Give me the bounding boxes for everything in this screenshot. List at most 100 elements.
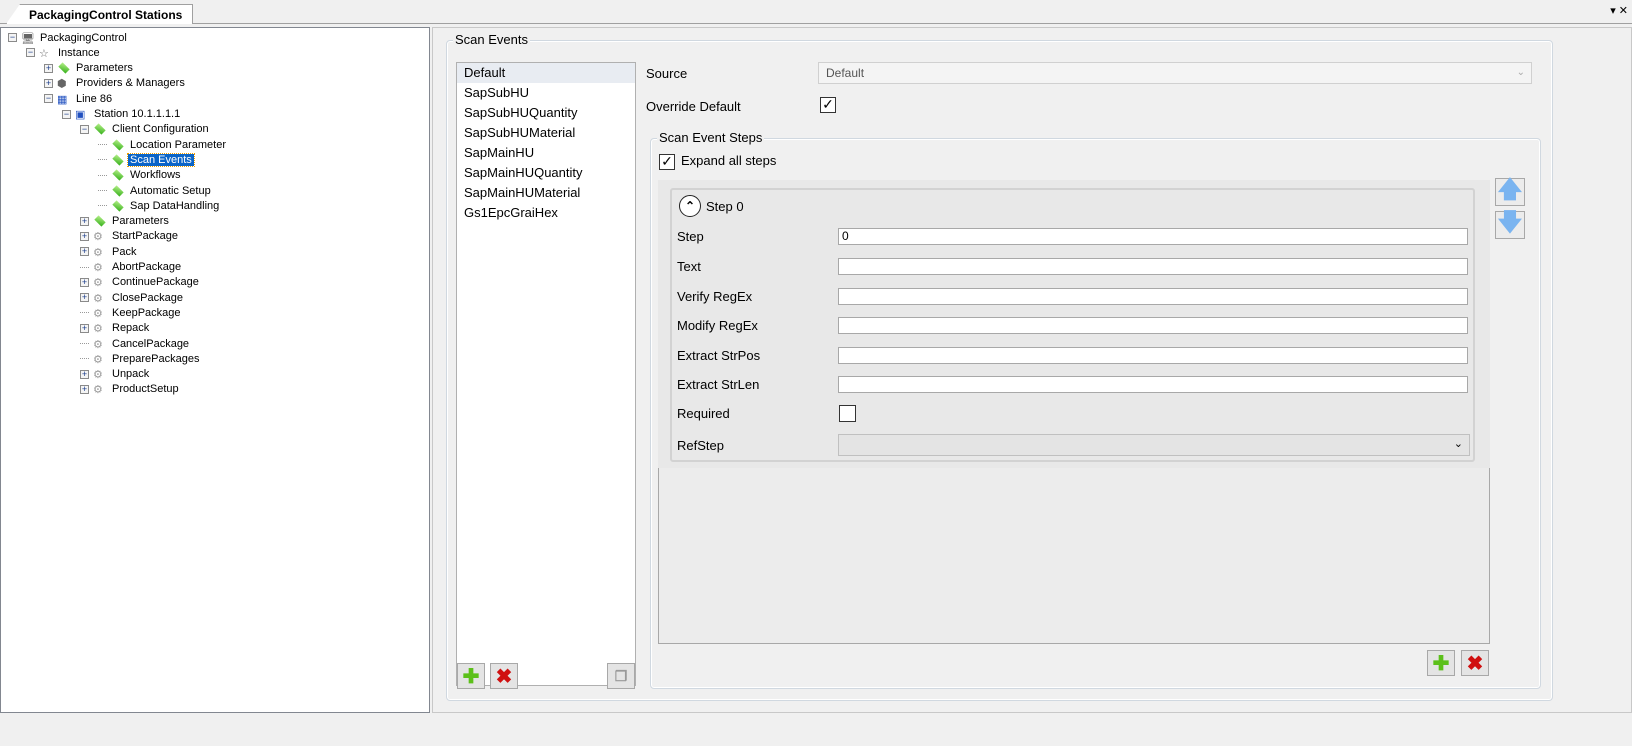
field-input[interactable] xyxy=(838,376,1468,393)
collapse-icon[interactable]: − xyxy=(8,33,17,42)
expand-icon[interactable]: + xyxy=(80,384,89,394)
tab-controls[interactable]: ▾ ✕ xyxy=(1610,4,1628,17)
tree-node[interactable]: ⚙ CancelPackage xyxy=(80,336,191,351)
tree-node-label: Line 86 xyxy=(76,92,113,105)
tree-node-label: Scan Events xyxy=(127,152,195,167)
tree-node[interactable]: ⚙ AbortPackage xyxy=(80,260,183,275)
step-title: Step 0 xyxy=(706,199,744,214)
tree-node[interactable]: − 🖥 PackagingControl xyxy=(8,30,129,45)
expand-icon[interactable]: + xyxy=(80,247,89,257)
tree-node[interactable]: + ⚙ ProductSetup xyxy=(80,382,181,397)
tree-node[interactable]: − ▣ Station 10.1.1.1.1 xyxy=(62,107,182,122)
tree-node-label: Repack xyxy=(112,322,150,335)
expand-icon[interactable]: + xyxy=(80,293,89,303)
scan-event-item[interactable]: Gs1EpcGraiHex xyxy=(457,203,635,223)
scan-event-item[interactable]: SapSubHUQuantity xyxy=(457,103,635,123)
delete-icon: ✖ xyxy=(495,665,513,688)
tree-node[interactable]: + Parameters xyxy=(44,61,135,76)
tree-node-label: Client Configuration xyxy=(112,123,209,136)
tree-node-label: Pack xyxy=(112,245,137,258)
tree-node-label: CancelPackage xyxy=(112,337,190,350)
tree-node[interactable]: + ⚙ Unpack xyxy=(80,367,151,382)
expand-icon[interactable]: + xyxy=(80,231,89,241)
override-default-label: Override Default xyxy=(646,99,741,114)
source-dropdown[interactable]: Default ⌄ xyxy=(818,62,1532,84)
tree-node[interactable]: Automatic Setup xyxy=(98,183,213,198)
plus-icon: ✚ xyxy=(1432,652,1450,675)
tree-node[interactable]: − ▦ Line 86 xyxy=(44,91,114,106)
move-step-up-button[interactable]: 🡅 xyxy=(1495,176,1525,206)
tree-node[interactable]: Workflows xyxy=(98,168,183,183)
field-input[interactable] xyxy=(838,288,1468,305)
tree-node[interactable]: + ⚙ StartPackage xyxy=(80,229,180,244)
collapse-icon[interactable]: − xyxy=(26,48,35,58)
tree-node[interactable]: Scan Events xyxy=(98,152,195,167)
diamond-icon xyxy=(94,123,106,135)
tree-node[interactable]: ⚙ KeepPackage xyxy=(80,305,183,320)
diamond-icon xyxy=(58,62,70,74)
required-checkbox[interactable] xyxy=(839,405,856,422)
tree-node-label: ClosePackage xyxy=(112,291,183,304)
tree-node[interactable]: Sap DataHandling xyxy=(98,198,221,213)
add-step-button[interactable]: ✚ xyxy=(1427,650,1455,676)
add-scan-event-button[interactable]: ✚ xyxy=(457,663,485,689)
diamond-icon xyxy=(112,184,124,197)
expand-all-steps-checkbox[interactable]: ✓ xyxy=(659,154,675,170)
move-step-down-button[interactable]: 🡇 xyxy=(1495,209,1525,239)
tree-line xyxy=(98,174,107,176)
expand-icon[interactable]: + xyxy=(80,277,89,287)
copy-scan-event-button[interactable]: ❐ xyxy=(607,663,635,689)
tree-view[interactable]: − 🖥 PackagingControl − ☆ Instance + Parameters +… xyxy=(0,27,430,713)
tree-node-label: AbortPackage xyxy=(112,261,182,273)
app-icon: 🖥 xyxy=(21,32,35,45)
tree-node[interactable]: − Client Configuration xyxy=(80,122,211,137)
expand-all-steps-label: Expand all steps xyxy=(681,153,777,168)
override-default-checkbox[interactable]: ✓ xyxy=(820,97,836,113)
remove-step-button[interactable]: ✖ xyxy=(1461,650,1489,676)
tree-line xyxy=(98,205,107,207)
collapse-icon[interactable]: − xyxy=(62,109,71,119)
collapse-icon[interactable]: − xyxy=(80,124,89,134)
tree-node[interactable]: + ⚙ ClosePackage xyxy=(80,290,185,305)
refstep-dropdown[interactable]: ⌄ xyxy=(838,434,1470,456)
tree-node[interactable]: + ⬢ Providers & Managers xyxy=(44,76,187,91)
tree-line xyxy=(98,190,107,191)
field-input[interactable] xyxy=(838,317,1468,334)
field-label: Text xyxy=(677,259,701,274)
gear-icon: ⚙ xyxy=(93,292,103,305)
expand-icon[interactable]: + xyxy=(80,323,89,333)
expand-icon[interactable]: + xyxy=(80,216,89,226)
tree-node[interactable]: + ⚙ Repack xyxy=(80,321,151,336)
tree-line xyxy=(80,358,89,360)
field-input[interactable]: 0 xyxy=(838,228,1468,245)
collapse-step-icon[interactable]: ⌃ xyxy=(679,195,701,217)
tree-line xyxy=(80,312,89,314)
expand-icon[interactable]: + xyxy=(80,369,89,379)
collapse-icon[interactable]: − xyxy=(44,94,53,104)
tree-node-label: Instance xyxy=(58,46,100,59)
tab-packagingcontrol-stations[interactable]: PackagingControl Stations xyxy=(6,4,194,24)
scan-event-item[interactable]: SapMainHUQuantity xyxy=(457,163,635,183)
diamond-icon xyxy=(94,215,106,227)
tree-node[interactable]: + Parameters xyxy=(80,214,171,229)
tree-node[interactable]: + ⚙ ContinuePackage xyxy=(80,275,201,290)
gear-icon: ⚙ xyxy=(93,231,103,244)
tree-node[interactable]: − ☆ Instance xyxy=(26,45,102,60)
scan-event-item[interactable]: Default xyxy=(457,63,635,83)
scan-event-item[interactable]: SapSubHUMaterial xyxy=(457,123,635,143)
tree-node[interactable]: ⚙ PreparePackages xyxy=(80,351,201,366)
expand-icon[interactable]: + xyxy=(44,78,53,88)
scan-events-list[interactable]: Default SapSubHU SapSubHUQuantity SapSubHUM… xyxy=(456,62,636,686)
scan-event-item[interactable]: SapSubHU xyxy=(457,83,635,103)
tree-node[interactable]: + ⚙ Pack xyxy=(80,244,138,259)
tree-node[interactable]: Location Parameter xyxy=(98,137,228,152)
diamond-icon xyxy=(112,169,124,181)
field-input[interactable] xyxy=(838,258,1468,275)
tree-node-label: Station 10.1.1.1.1 xyxy=(94,108,181,120)
scan-event-item[interactable]: SapMainHUMaterial xyxy=(457,183,635,203)
expand-icon[interactable]: + xyxy=(44,63,53,73)
remove-scan-event-button[interactable]: ✖ xyxy=(490,663,518,689)
scan-event-item[interactable]: SapMainHU xyxy=(457,143,635,163)
tree-node-label: Parameters xyxy=(76,62,133,75)
field-input[interactable] xyxy=(838,347,1468,364)
